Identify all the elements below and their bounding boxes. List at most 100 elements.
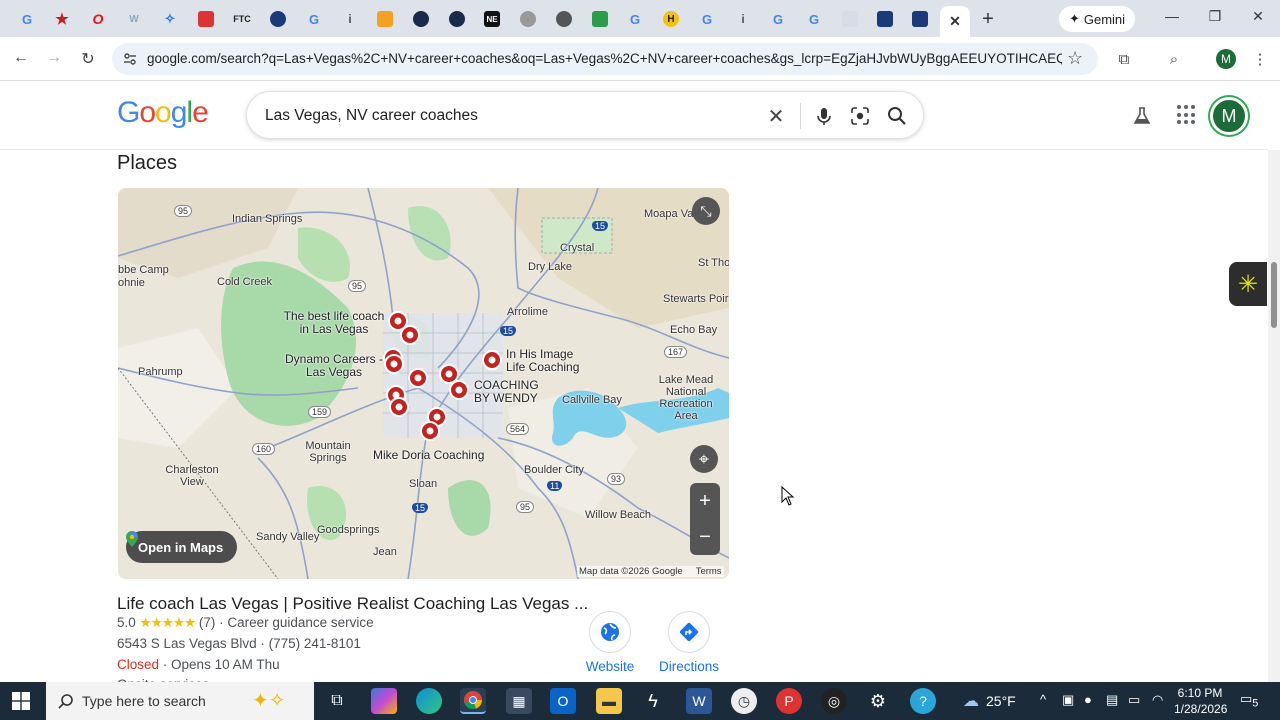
outlook-icon[interactable]: O: [550, 688, 576, 714]
tab-photo[interactable]: [372, 6, 398, 32]
tab-grey[interactable]: [515, 6, 541, 32]
search-icon[interactable]: [886, 105, 908, 127]
tab-ne[interactable]: NE: [479, 6, 505, 32]
notifications-icon[interactable]: ▭5: [1240, 691, 1258, 710]
tab-google-4[interactable]: G: [694, 6, 720, 32]
pin-label[interactable]: COACHING BY WENDY: [474, 379, 546, 405]
search-box[interactable]: Las Vegas, NV career coaches ✕: [246, 91, 924, 139]
new-tab-button[interactable]: +: [977, 8, 999, 31]
apps-grid-icon[interactable]: [1177, 105, 1197, 125]
tab-google-2[interactable]: G: [301, 6, 327, 32]
tab-blank[interactable]: [837, 6, 863, 32]
capture-icon[interactable]: ◎: [821, 688, 847, 714]
close-tab-icon[interactable]: ✕: [949, 13, 961, 30]
tab-nav-a[interactable]: [408, 6, 434, 32]
windows-start-icon[interactable]: [12, 692, 30, 710]
map-label: Dry Lake: [528, 261, 573, 273]
copilot-icon[interactable]: [371, 688, 397, 714]
tab-google-3[interactable]: G: [622, 6, 648, 32]
task-view-icon[interactable]: ⧉: [324, 688, 350, 714]
clear-icon[interactable]: ✕: [765, 105, 787, 128]
restore-button[interactable]: ❐: [1200, 8, 1230, 25]
website-button[interactable]: Website: [570, 611, 650, 674]
lens-icon[interactable]: ⌕: [1164, 49, 1184, 69]
pin-label[interactable]: Mike Doria Coaching: [373, 448, 484, 462]
extensions-icon[interactable]: ⧉: [1114, 49, 1134, 69]
tab-o[interactable]: O: [85, 6, 111, 32]
pdf-icon[interactable]: P: [776, 688, 802, 714]
sidebar-widget-icon[interactable]: ✳: [1229, 262, 1267, 306]
back-button[interactable]: ←: [10, 49, 32, 67]
tab-active[interactable]: ✕: [940, 6, 970, 37]
profile-avatar[interactable]: M: [1216, 49, 1236, 69]
result-title[interactable]: Life coach Las Vegas | Positive Realist …: [117, 594, 588, 614]
tab-globe[interactable]: [551, 6, 577, 32]
collapse-map-icon[interactable]: ⤡: [692, 197, 720, 225]
site-info-icon[interactable]: [122, 51, 138, 67]
mic-icon[interactable]: [813, 105, 835, 127]
tab-circle[interactable]: [265, 6, 291, 32]
tab-doc[interactable]: [872, 6, 898, 32]
reload-button[interactable]: ↻: [77, 49, 99, 69]
bolt-app-icon[interactable]: ϟ: [640, 688, 666, 714]
account-avatar[interactable]: M: [1210, 97, 1248, 135]
tray-app-icon[interactable]: ▣: [1062, 692, 1074, 708]
pin-label[interactable]: Dynamo Careers - Las Vegas: [283, 353, 385, 379]
tab-sparkle[interactable]: ✧: [157, 6, 183, 32]
network-icon[interactable]: ▭: [1128, 692, 1140, 708]
taskbar-search[interactable]: Type here to search ✦✧: [46, 682, 314, 720]
tray-chevron-icon[interactable]: ^: [1040, 692, 1046, 707]
store-icon[interactable]: ▦: [506, 688, 532, 714]
microphone-icon[interactable]: ●: [1084, 692, 1092, 707]
places-map[interactable]: Indian Springs Moapa Val Crystal Dry Lak…: [118, 188, 729, 579]
tab-nav-b[interactable]: [444, 6, 470, 32]
close-window-button[interactable]: ✕: [1243, 8, 1273, 25]
tab-green[interactable]: [587, 6, 613, 32]
file-explorer-icon[interactable]: ▬: [596, 688, 622, 714]
open-in-maps-button[interactable]: Open in Maps: [126, 531, 238, 563]
clock[interactable]: 6:10 PM 1/28/2026: [1174, 685, 1227, 717]
scrollbar-thumb[interactable]: [1271, 262, 1277, 328]
minimize-button[interactable]: —: [1157, 8, 1187, 24]
my-location-icon[interactable]: ⌖: [690, 445, 718, 473]
map-label: Arrolime: [507, 306, 548, 318]
address-bar[interactable]: google.com/search?q=Las+Vegas%2C+NV+care…: [112, 43, 1098, 75]
weather-icon[interactable]: ☁: [958, 688, 984, 714]
gemini-button[interactable]: ✦ Gemini: [1059, 6, 1135, 32]
zoom-in-button[interactable]: +: [690, 483, 720, 519]
page-scrollbar[interactable]: [1268, 150, 1280, 682]
map-terms-link[interactable]: Terms: [696, 566, 722, 577]
tab-ftc[interactable]: FTC: [229, 6, 255, 32]
tab-red[interactable]: [193, 6, 219, 32]
labs-flask-icon[interactable]: [1131, 105, 1153, 127]
tab-star[interactable]: ★: [49, 6, 75, 32]
word-icon[interactable]: W: [686, 688, 712, 714]
search-input[interactable]: Las Vegas, NV career coaches: [265, 107, 478, 125]
capture-tray-icon[interactable]: ▤: [1106, 692, 1118, 708]
tab-google-5[interactable]: G: [765, 6, 791, 32]
help-icon[interactable]: ?: [910, 688, 936, 714]
pin-label[interactable]: In His Image Life Coaching: [506, 348, 596, 374]
weather-temp[interactable]: 25°F: [986, 693, 1016, 709]
bookmark-star-icon[interactable]: ☆: [1067, 48, 1083, 69]
camera-search-icon[interactable]: [849, 105, 871, 127]
settings-gear-icon[interactable]: ⚙: [865, 688, 891, 714]
tab-google[interactable]: G: [14, 6, 40, 32]
chrome-icon[interactable]: [460, 688, 486, 714]
tab-info[interactable]: i: [337, 6, 363, 32]
forward-button[interactable]: →: [43, 49, 65, 67]
clock-app-icon[interactable]: ◷: [731, 688, 757, 714]
tab-google-6[interactable]: G: [801, 6, 827, 32]
menu-icon[interactable]: ⋮: [1250, 49, 1270, 69]
directions-button[interactable]: Directions: [649, 611, 729, 674]
tab-w[interactable]: W: [121, 6, 147, 32]
wifi-icon[interactable]: ◠: [1152, 692, 1163, 708]
tab-info-2[interactable]: i: [730, 6, 756, 32]
google-logo[interactable]: Google: [117, 96, 209, 130]
url-text[interactable]: google.com/search?q=Las+Vegas%2C+NV+care…: [147, 51, 1062, 66]
zoom-out-button[interactable]: −: [690, 519, 720, 555]
pin-label[interactable]: The best life coach in Las Vegas: [278, 310, 390, 336]
tab-h[interactable]: H: [658, 6, 684, 32]
edge-icon[interactable]: [416, 688, 442, 714]
tab-doc-2[interactable]: [907, 6, 933, 32]
